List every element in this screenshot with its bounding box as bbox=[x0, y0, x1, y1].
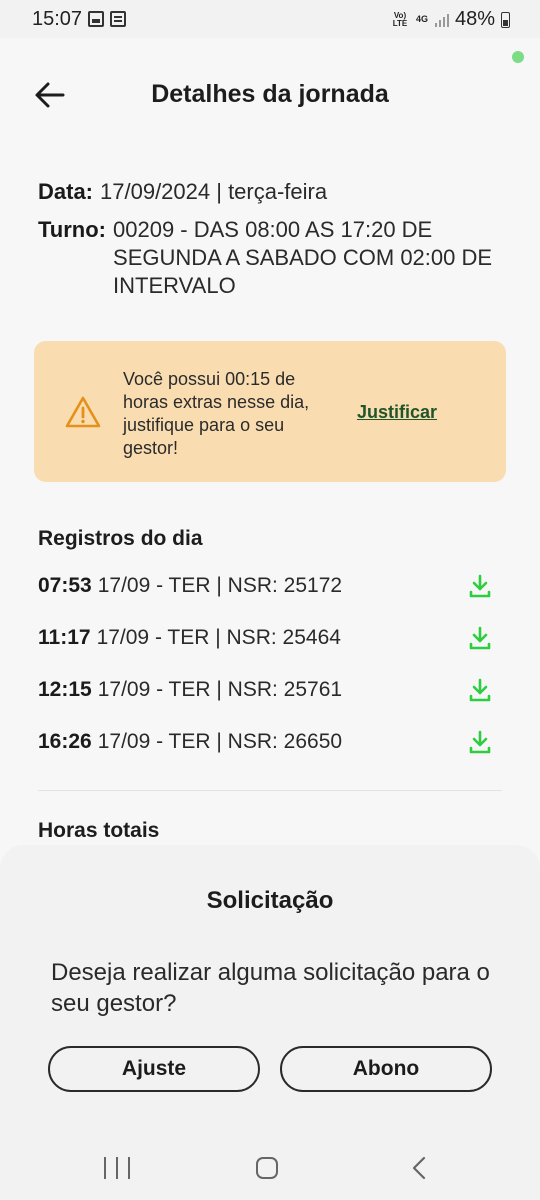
page-title: Detalhes da jornada bbox=[151, 80, 389, 108]
journey-info: Data: 17/09/2024 | terça-feira Turno: 00… bbox=[38, 178, 508, 300]
download-icon[interactable] bbox=[466, 676, 494, 704]
recents-icon[interactable] bbox=[104, 1157, 130, 1179]
justify-link[interactable]: Justificar bbox=[357, 402, 437, 423]
overtime-alert: Você possui 00:15 de horas extras nesse … bbox=[34, 341, 506, 482]
request-sheet: Solicitação Deseja realizar alguma solic… bbox=[0, 845, 540, 1133]
records-title: Registros do dia bbox=[38, 527, 203, 550]
system-nav-bar bbox=[0, 1133, 540, 1200]
alert-text: Você possui 00:15 de horas extras nesse … bbox=[123, 369, 310, 458]
home-icon[interactable] bbox=[256, 1157, 278, 1179]
status-time: 15:07 bbox=[32, 8, 83, 30]
header: Detalhes da jornada bbox=[0, 60, 540, 130]
record-row: 11:17 17/09 - TER | NSR: 25464 bbox=[38, 612, 508, 664]
date-label: Data: bbox=[38, 179, 94, 204]
sheet-question: Deseja realizar alguma solicitação para … bbox=[51, 959, 490, 1017]
volte-indicator: Vo) LTE bbox=[392, 10, 408, 28]
shift-row: Turno: 00209 - DAS 08:00 AS 17:20 DE SEG… bbox=[38, 216, 508, 300]
network-indicator: 4G bbox=[415, 14, 428, 24]
ajuste-button[interactable]: Ajuste bbox=[48, 1046, 260, 1092]
record-time: 11:17 bbox=[38, 626, 91, 649]
record-time: 07:53 bbox=[38, 574, 92, 597]
warning-icon bbox=[64, 395, 102, 429]
image-icon bbox=[88, 11, 104, 27]
back-chevron-icon[interactable] bbox=[410, 1156, 428, 1180]
records-list: 07:53 17/09 - TER | NSR: 25172 11:17 17/09… bbox=[38, 560, 508, 768]
record-row: 16:26 17/09 - TER | NSR: 26650 bbox=[38, 716, 508, 768]
date-row: Data: 17/09/2024 | terça-feira bbox=[38, 178, 508, 206]
record-detail: 17/09 - TER | NSR: 26650 bbox=[97, 730, 343, 753]
download-icon[interactable] bbox=[466, 728, 494, 756]
record-detail: 17/09 - TER | NSR: 25172 bbox=[97, 574, 343, 597]
download-icon[interactable] bbox=[466, 572, 494, 600]
divider bbox=[38, 790, 502, 791]
record-detail: 17/09 - TER | NSR: 25464 bbox=[96, 626, 341, 649]
totals-title: Horas totais bbox=[38, 819, 160, 842]
status-bar: 15:07 Vo) LTE 4G 48% bbox=[0, 0, 540, 38]
record-detail: 17/09 - TER | NSR: 25761 bbox=[97, 678, 343, 701]
record-time: 16:26 bbox=[38, 730, 92, 753]
download-icon[interactable] bbox=[466, 624, 494, 652]
date-value: 17/09/2024 | terça-feira bbox=[100, 179, 328, 204]
news-icon bbox=[110, 11, 126, 27]
record-row: 07:53 17/09 - TER | NSR: 25172 bbox=[38, 560, 508, 612]
battery-icon bbox=[501, 11, 510, 28]
battery-percent: 48% bbox=[454, 8, 495, 30]
shift-label: Turno: bbox=[38, 217, 107, 242]
record-row: 12:15 17/09 - TER | NSR: 25761 bbox=[38, 664, 508, 716]
signal-icon bbox=[434, 13, 449, 27]
shift-value: 00209 - DAS 08:00 AS 17:20 DE SEGUNDA A … bbox=[113, 217, 493, 298]
record-time: 12:15 bbox=[38, 678, 92, 701]
sheet-title: Solicitação bbox=[206, 887, 334, 914]
abono-button[interactable]: Abono bbox=[280, 1046, 492, 1092]
